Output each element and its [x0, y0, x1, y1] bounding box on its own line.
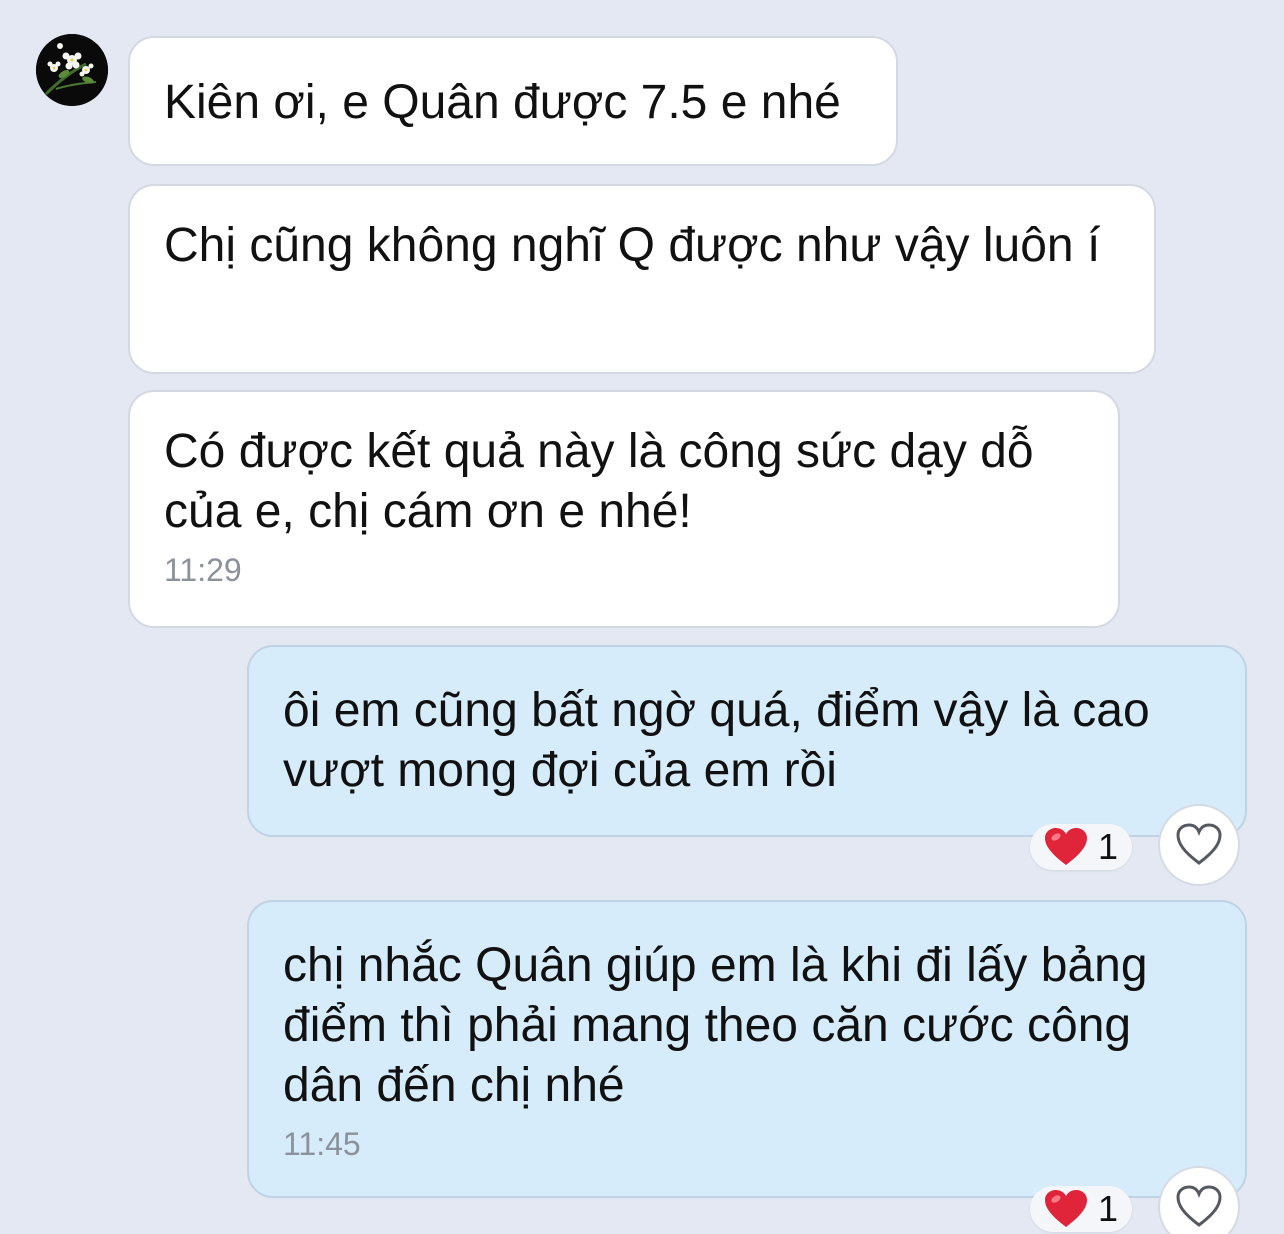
- reaction-summary[interactable]: 1: [1030, 824, 1133, 870]
- message-timestamp: 11:45: [283, 1126, 361, 1162]
- outgoing-message[interactable]: ôi em cũng bất ngờ quá, điểm vậy là cao …: [247, 645, 1247, 837]
- incoming-message[interactable]: Có được kết quả này là công sức dạy dỗ c…: [128, 390, 1120, 628]
- chat-thread: Kiên ơi, e Quân được 7.5 e nhé Chị cũng …: [0, 0, 1284, 1234]
- heart-outline-icon: [1176, 1185, 1222, 1227]
- message-text: Kiên ơi, e Quân được 7.5 e nhé: [164, 76, 841, 129]
- outgoing-message[interactable]: chị nhắc Quân giúp em là khi đi lấy bảng…: [247, 900, 1247, 1198]
- react-button[interactable]: [1158, 804, 1240, 886]
- message-text: ôi em cũng bất ngờ quá, điểm vậy là cao …: [283, 684, 1150, 797]
- message-text: Có được kết quả này là công sức dạy dỗ c…: [164, 425, 1034, 538]
- reaction-summary[interactable]: 1: [1030, 1186, 1133, 1232]
- incoming-message[interactable]: Chị cũng không nghĩ Q được như vậy luôn …: [128, 184, 1156, 374]
- reaction-count: 1: [1098, 826, 1119, 867]
- reaction-count: 1: [1098, 1188, 1119, 1229]
- message-text: Chị cũng không nghĩ Q được như vậy luôn …: [164, 219, 1101, 272]
- heart-emoji-icon: [1045, 1190, 1087, 1227]
- heart-emoji-icon: [1045, 828, 1087, 865]
- contact-avatar[interactable]: [36, 34, 108, 106]
- flower-avatar-image: [36, 34, 108, 106]
- incoming-message[interactable]: Kiên ơi, e Quân được 7.5 e nhé: [128, 36, 898, 166]
- message-text: chị nhắc Quân giúp em là khi đi lấy bảng…: [283, 939, 1148, 1112]
- heart-outline-icon: [1176, 823, 1222, 865]
- message-timestamp: 11:29: [164, 552, 242, 588]
